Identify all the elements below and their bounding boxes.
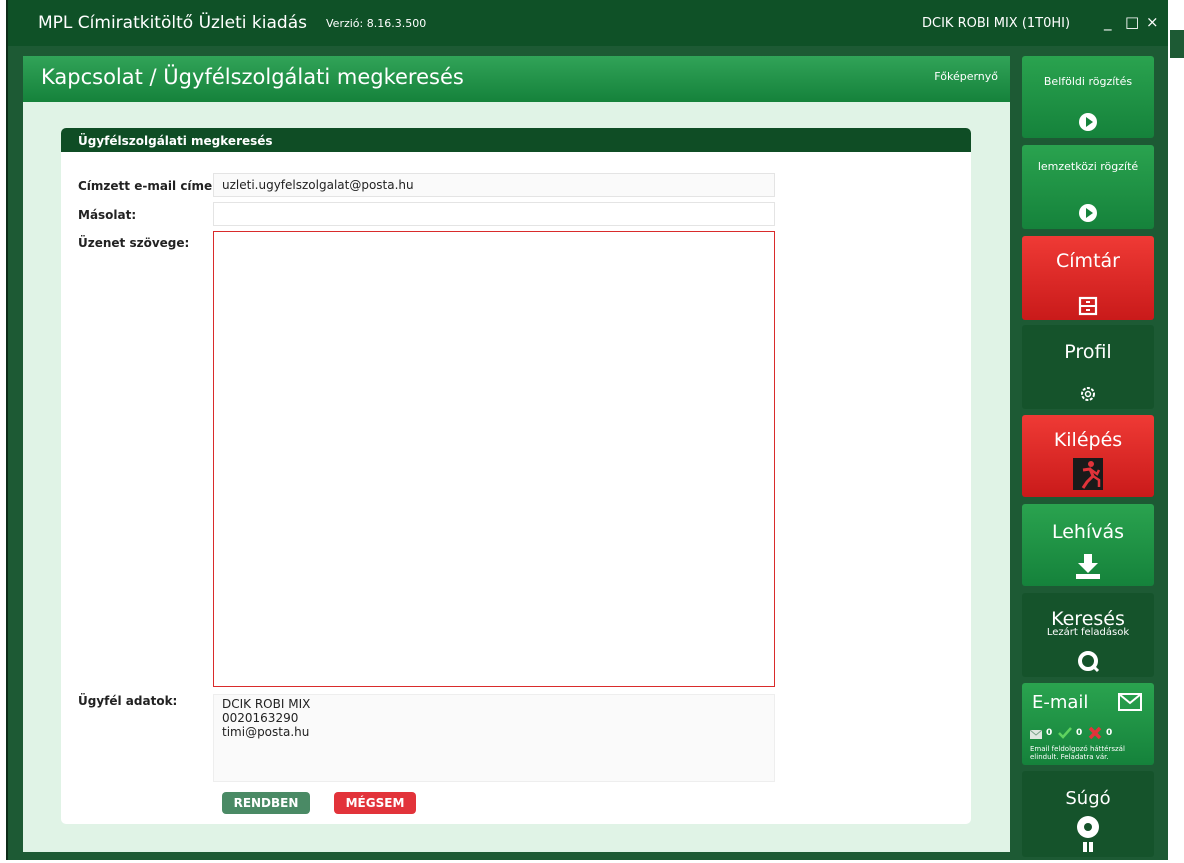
page-title: Kapcsolat / Ügyfélszolgálati megkeresés: [41, 65, 464, 89]
to-email-field[interactable]: uzleti.ugyfelszolgalat@posta.hu: [213, 173, 775, 197]
address-book-tile[interactable]: Címtár: [1022, 236, 1154, 320]
search-tile[interactable]: Keresés Lezárt feladások: [1022, 593, 1154, 677]
cabinet-icon: [1078, 296, 1098, 316]
international-entry-label: lemzetközi rögzíté: [1037, 160, 1139, 173]
message-textarea[interactable]: [213, 231, 775, 687]
failed-count: 0: [1106, 728, 1113, 738]
help-icon: [1077, 816, 1099, 852]
exit-icon: [1073, 458, 1103, 490]
download-label: Lehívás: [1051, 521, 1125, 543]
profile-tile[interactable]: Profil: [1022, 325, 1154, 409]
message-label: Üzenet szövege:: [78, 236, 190, 250]
panel-title: Ügyfélszolgálati megkeresés: [61, 128, 971, 152]
client-name: DCIK ROBI MIX: [222, 697, 311, 711]
home-link[interactable]: Főképernyő: [934, 70, 998, 83]
logout-label: Kilépés: [1053, 429, 1123, 451]
envelope-icon: [1118, 693, 1142, 711]
support-form-panel: Ügyfélszolgálati megkeresés Címzett e-ma…: [61, 128, 971, 824]
download-icon: [1076, 554, 1100, 579]
main-content: Kapcsolat / Ügyfélszolgálati megkeresés …: [23, 56, 1010, 852]
cc-field[interactable]: [213, 202, 775, 226]
user-label: DCIK ROBI MIX (1T0HI): [922, 16, 1071, 31]
error-x-icon: [1088, 726, 1102, 740]
check-icon: [1058, 727, 1072, 739]
download-tile[interactable]: Lehívás: [1022, 504, 1154, 586]
search-icon: [1078, 651, 1100, 673]
email-status-note: Email feldolgozó háttérszál elindult. Fe…: [1030, 745, 1125, 761]
international-entry-tile[interactable]: lemzetközi rögzíté: [1022, 145, 1154, 229]
logout-tile[interactable]: Kilépés: [1022, 415, 1154, 497]
help-tile[interactable]: Súgó: [1022, 771, 1154, 857]
app-title: MPL Címiratkitöltő Üzleti kiadás: [38, 13, 307, 33]
address-book-label: Címtár: [1056, 250, 1120, 272]
app-window: MPL Címiratkitöltő Üzleti kiadás Verzió:…: [6, 0, 1168, 860]
help-label: Súgó: [1065, 788, 1111, 809]
email-tile[interactable]: E-mail 0 0 0 Email feldolgozó háttérszál…: [1022, 683, 1154, 765]
email-label: E-mail: [1032, 692, 1089, 713]
title-bar: MPL Címiratkitöltő Üzleti kiadás Verzió:…: [8, 0, 1168, 46]
play-icon: [1079, 204, 1097, 222]
ok-button[interactable]: RENDBEN: [222, 792, 310, 814]
close-button[interactable]: ×: [1146, 13, 1159, 31]
client-id: 0020163290: [222, 711, 299, 725]
mail-small-icon: [1030, 730, 1042, 739]
profile-label: Profil: [1064, 341, 1112, 363]
sent-count: 0: [1076, 728, 1083, 738]
gear-icon: [1081, 387, 1095, 401]
domestic-entry-label: Belföldi rögzítés: [1043, 75, 1133, 88]
search-sublabel: Lezárt feladások: [1046, 627, 1130, 638]
client-data-box: DCIK ROBI MIX 0020163290 timi@posta.hu: [213, 694, 775, 782]
cancel-button[interactable]: MÉGSEM: [334, 792, 416, 814]
client-email: timi@posta.hu: [222, 725, 310, 739]
to-label: Címzett e-mail címe:: [78, 179, 217, 193]
client-label: Ügyfél adatok:: [78, 694, 178, 708]
queued-count: 0: [1046, 728, 1053, 738]
version-label: Verzió: 8.16.3.500: [326, 17, 427, 30]
minimize-button[interactable]: _: [1104, 13, 1112, 31]
maximize-button[interactable]: □: [1125, 13, 1139, 31]
page-header: Kapcsolat / Ügyfélszolgálati megkeresés …: [23, 56, 1010, 102]
background-window-edge: [1170, 30, 1184, 58]
domestic-entry-tile[interactable]: Belföldi rögzítés: [1022, 56, 1154, 138]
play-icon: [1079, 113, 1097, 131]
cc-label: Másolat:: [78, 208, 137, 222]
